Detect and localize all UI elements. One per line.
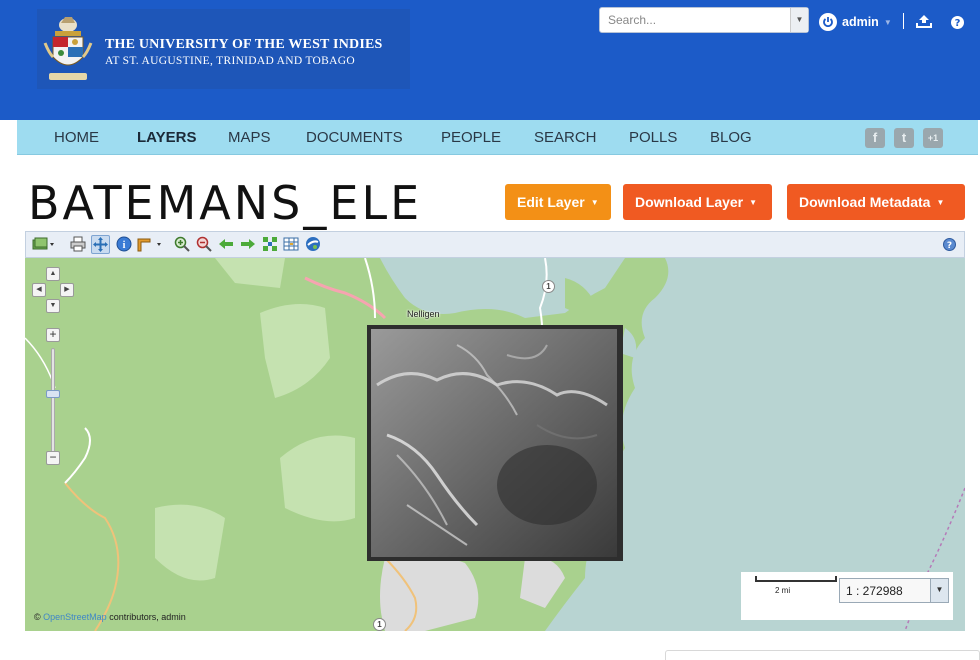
twitter-icon[interactable]: t — [894, 128, 914, 148]
forward-arrow-icon[interactable] — [240, 236, 256, 252]
zoom-slider-track[interactable] — [51, 348, 55, 456]
svg-text:i: i — [123, 240, 126, 251]
chevron-down-icon: ▼ — [936, 198, 945, 207]
scale-label: 2 mi — [775, 586, 791, 595]
zoom-in-icon[interactable] — [174, 236, 190, 252]
chevron-down-icon: ▼ — [930, 579, 948, 602]
grid-icon[interactable] — [283, 236, 299, 252]
attribution-text: contributors, admin — [109, 612, 186, 622]
search-input[interactable] — [600, 8, 790, 32]
svg-text:?: ? — [947, 241, 952, 251]
user-menu[interactable]: admin ▼ — [819, 12, 892, 32]
nav-documents[interactable]: DOCUMENTS — [306, 129, 403, 146]
osm-link[interactable]: OpenStreetMap — [43, 612, 107, 622]
nav-maps[interactable]: MAPS — [228, 129, 271, 146]
move-icon — [93, 237, 108, 252]
zoom-slider-thumb[interactable] — [46, 390, 60, 398]
university-name: THE UNIVERSITY OF THE WEST INDIES — [105, 37, 383, 52]
map-toolbar: i ? — [25, 231, 965, 258]
chevron-down-icon: ▼ — [749, 198, 758, 207]
download-metadata-label: Download Metadata — [799, 194, 931, 210]
nav-blog[interactable]: BLOG — [710, 129, 752, 146]
road-shield: 1 — [373, 618, 386, 631]
back-arrow-icon[interactable] — [218, 236, 234, 252]
road-shield: 1 — [542, 280, 555, 293]
elevation-raster — [367, 325, 623, 561]
print-icon[interactable] — [70, 236, 86, 252]
header-divider — [903, 13, 904, 29]
pan-down-button[interactable]: ▼ — [46, 299, 60, 313]
chevron-down-icon: ▼ — [590, 198, 599, 207]
scale-select[interactable]: 1 : 272988 ▼ — [839, 578, 949, 603]
search-dropdown-button[interactable]: ▼ — [790, 8, 808, 32]
download-layer-button[interactable]: Download Layer ▼ — [623, 184, 772, 220]
google-plus-icon[interactable]: +1 — [923, 128, 943, 148]
university-logo[interactable]: THE UNIVERSITY OF THE WEST INDIES AT ST.… — [37, 9, 410, 89]
svg-text:?: ? — [955, 18, 961, 29]
download-metadata-button[interactable]: Download Metadata ▼ — [787, 184, 965, 220]
page-title: BATEMANS_ELE — [28, 176, 423, 230]
town-label: Nelligen — [407, 309, 440, 319]
layers-icon[interactable] — [32, 236, 56, 252]
info-icon[interactable]: i — [116, 236, 132, 252]
pan-up-button[interactable]: ▲ — [46, 267, 60, 281]
zoom-in-button[interactable]: + — [46, 328, 60, 342]
zoom-out-icon[interactable] — [196, 236, 212, 252]
scale-value: 1 : 272988 — [846, 584, 903, 598]
site-header: THE UNIVERSITY OF THE WEST INDIES AT ST.… — [0, 0, 980, 120]
search-box: ▼ — [599, 7, 809, 33]
edit-layer-button[interactable]: Edit Layer ▼ — [505, 184, 611, 220]
download-layer-label: Download Layer — [635, 194, 744, 210]
university-campus: AT ST. AUGUSTINE, TRINIDAD AND TOBAGO — [105, 55, 355, 67]
scale-widget: 2 mi 1 : 272988 ▼ — [741, 572, 953, 620]
facebook-icon[interactable]: f — [865, 128, 885, 148]
map-canvas[interactable]: ▲ ◀ ▶ ▼ + − Nelligen 1 1 © OpenStreetMap… — [25, 258, 965, 631]
nav-home[interactable]: HOME — [54, 129, 99, 146]
user-name: admin — [842, 15, 879, 29]
copyright-symbol: © — [34, 612, 41, 622]
measure-icon[interactable] — [136, 236, 164, 252]
zoom-extent-icon[interactable] — [262, 236, 278, 252]
chevron-down-icon: ▼ — [883, 17, 892, 27]
nav-search[interactable]: SEARCH — [534, 129, 597, 146]
google-earth-icon[interactable] — [305, 236, 321, 252]
nav-people[interactable]: PEOPLE — [441, 129, 501, 146]
main-nav: HOME LAYERS MAPS DOCUMENTS PEOPLE SEARCH… — [17, 120, 978, 155]
pan-left-button[interactable]: ◀ — [32, 283, 46, 297]
sidebar-panel-edge — [665, 650, 980, 660]
edit-layer-label: Edit Layer — [517, 194, 585, 210]
nav-polls[interactable]: POLLS — [629, 129, 677, 146]
upload-icon[interactable] — [916, 14, 932, 28]
map-attribution: © OpenStreetMap contributors, admin — [34, 612, 186, 622]
crest-icon — [43, 17, 93, 80]
zoom-out-button[interactable]: − — [46, 451, 60, 465]
help-icon[interactable]: ? — [943, 238, 956, 251]
pan-right-button[interactable]: ▶ — [60, 283, 74, 297]
pan-tool-button[interactable] — [91, 235, 110, 254]
help-icon[interactable]: ? — [951, 16, 964, 29]
nav-layers[interactable]: LAYERS — [137, 129, 196, 146]
power-icon — [819, 13, 837, 31]
scale-bar — [755, 576, 837, 582]
